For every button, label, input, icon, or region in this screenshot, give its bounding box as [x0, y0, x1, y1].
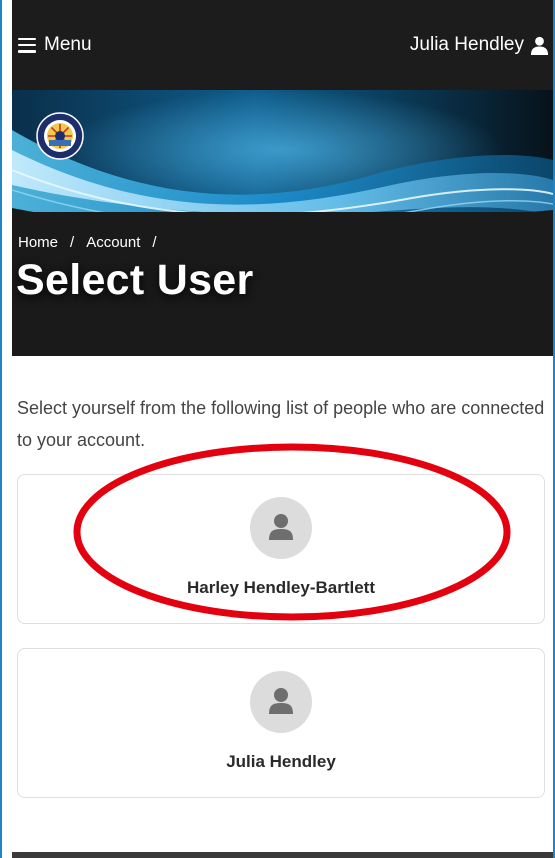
account-button[interactable]: Julia Hendley: [410, 30, 549, 60]
banner-waves-graphic: [12, 90, 553, 356]
user-name: Harley Hendley-Bartlett: [186, 578, 375, 597]
breadcrumb-separator: /: [152, 234, 157, 251]
breadcrumb: Home / Account /: [18, 234, 157, 251]
hamburger-icon: [18, 37, 36, 53]
app-frame: Menu Julia Hendley Home / Account / Sele…: [0, 0, 555, 858]
city-seal-logo: [36, 112, 84, 160]
account-user-name: Julia Hendley: [409, 34, 524, 55]
avatar: [250, 497, 312, 559]
avatar: [250, 671, 312, 733]
hero-banner: Home / Account / Select User: [12, 90, 553, 356]
intro-text: Select yourself from the following list …: [17, 398, 545, 450]
page-title: Select User: [16, 256, 254, 304]
breadcrumb-account-link[interactable]: Account: [86, 234, 140, 251]
menu-button[interactable]: Menu: [18, 30, 92, 60]
user-card[interactable]: Julia Hendley: [17, 648, 545, 798]
breadcrumb-separator: /: [70, 234, 75, 251]
page-content: Menu Julia Hendley Home / Account / Sele…: [12, 0, 553, 858]
top-navbar: Menu Julia Hendley: [12, 0, 553, 90]
person-silhouette-icon: [269, 688, 293, 714]
breadcrumb-home-link[interactable]: Home: [18, 234, 58, 251]
menu-label: Menu: [44, 34, 92, 55]
footer-strip: [12, 852, 553, 858]
user-name: Julia Hendley: [226, 752, 336, 771]
person-silhouette-icon: [269, 514, 293, 540]
user-icon: [530, 36, 549, 55]
user-card[interactable]: Harley Hendley-Bartlett: [17, 474, 545, 624]
